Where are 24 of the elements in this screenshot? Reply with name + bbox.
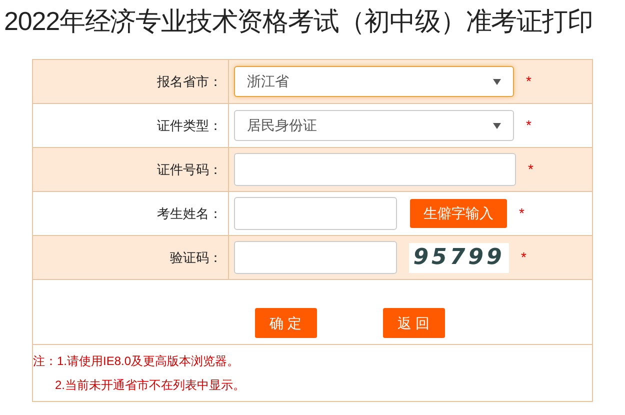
caret-icon: [493, 122, 501, 128]
captcha-image: 95799: [409, 242, 509, 272]
input-field[interactable]: [234, 153, 516, 186]
rare-character-button[interactable]: 生僻字输入: [410, 199, 507, 228]
note-text: 注：1.请使用IE8.0及更高版本浏览器。: [33, 353, 240, 370]
page-title: 2022年经济专业技术资格考试（初中级）准考证打印: [3, 5, 594, 38]
back-button[interactable]: 返 回: [382, 308, 444, 338]
note-text: 2.当前未开通省市不在列表中显示。: [54, 377, 246, 394]
select-field[interactable]: 居民身份证: [234, 110, 514, 141]
field-label: 证件类型：: [157, 116, 222, 135]
field-label: 验证码：: [170, 248, 222, 267]
confirm-button[interactable]: 确 定: [254, 308, 316, 338]
select-field[interactable]: 浙江省: [234, 66, 514, 97]
required-mark: *: [528, 160, 534, 179]
required-mark: *: [526, 116, 532, 135]
field-label: 证件号码：: [157, 160, 222, 179]
input-field[interactable]: [234, 197, 397, 230]
field-label: 报名省市：: [157, 72, 222, 91]
required-mark: *: [521, 248, 526, 267]
input-field[interactable]: [234, 241, 397, 274]
field-label: 考生姓名：: [157, 204, 222, 223]
required-mark: *: [519, 204, 524, 223]
caret-icon: [493, 78, 501, 84]
required-mark: *: [526, 72, 532, 91]
